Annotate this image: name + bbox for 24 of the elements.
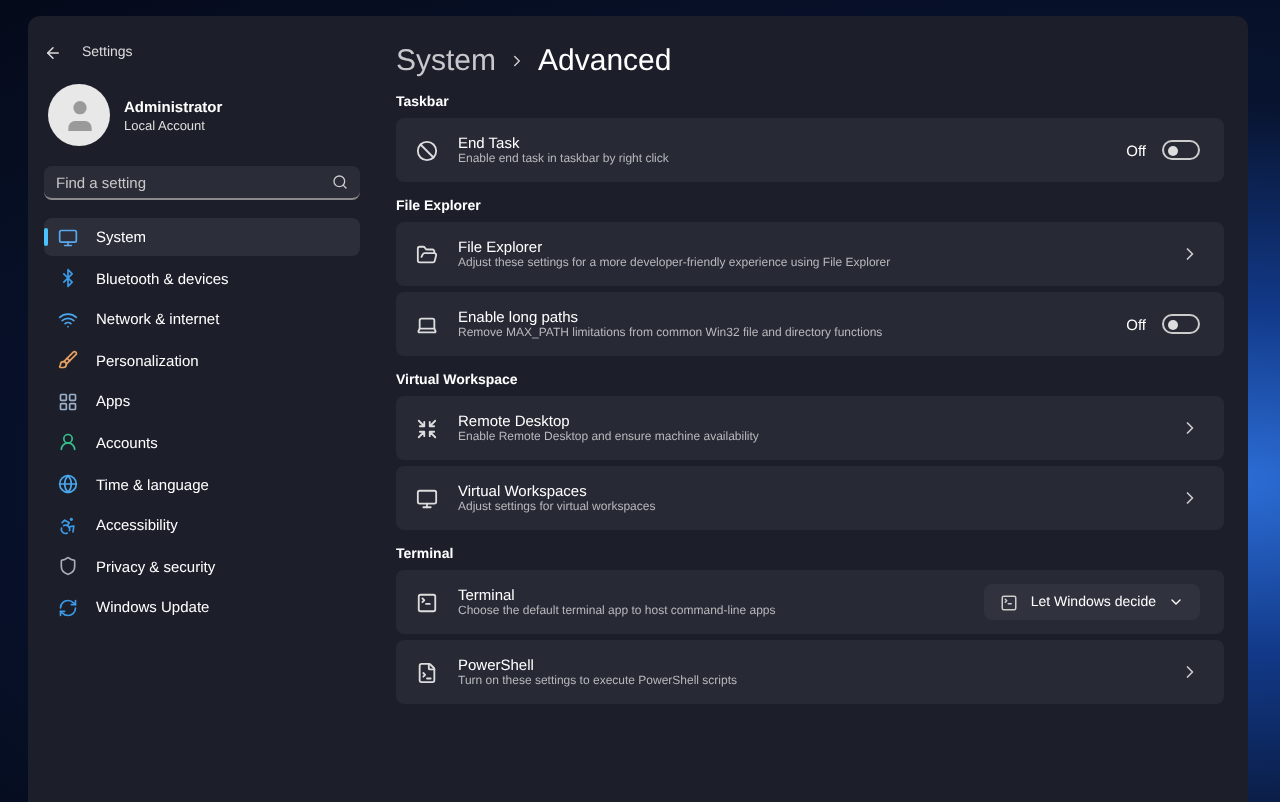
globe-icon xyxy=(58,474,78,495)
search-icon xyxy=(332,174,348,190)
script-icon xyxy=(416,661,438,683)
folder-icon xyxy=(416,243,438,265)
back-button[interactable] xyxy=(44,43,62,61)
terminal-icon xyxy=(416,591,438,613)
brush-icon xyxy=(58,350,78,371)
chevron-down-icon xyxy=(1168,594,1184,610)
refresh-icon xyxy=(58,597,78,618)
avatar-icon xyxy=(48,84,110,146)
terminal-icon xyxy=(1000,593,1019,611)
breadcrumb-parent[interactable]: System xyxy=(396,43,497,77)
wifi-icon xyxy=(58,309,78,330)
accessibility-icon xyxy=(58,515,78,536)
toggle-switch[interactable] xyxy=(1162,314,1200,334)
person-icon xyxy=(58,432,78,453)
toggle-switch[interactable] xyxy=(1162,140,1200,160)
apps-grid-icon xyxy=(58,391,78,412)
blocked-circle-icon xyxy=(416,139,438,161)
remote-arrows-icon xyxy=(416,417,438,439)
bluetooth-icon xyxy=(58,268,78,289)
shield-icon xyxy=(58,556,78,577)
page-title: Advanced xyxy=(538,43,672,77)
monitor-icon xyxy=(58,227,78,247)
